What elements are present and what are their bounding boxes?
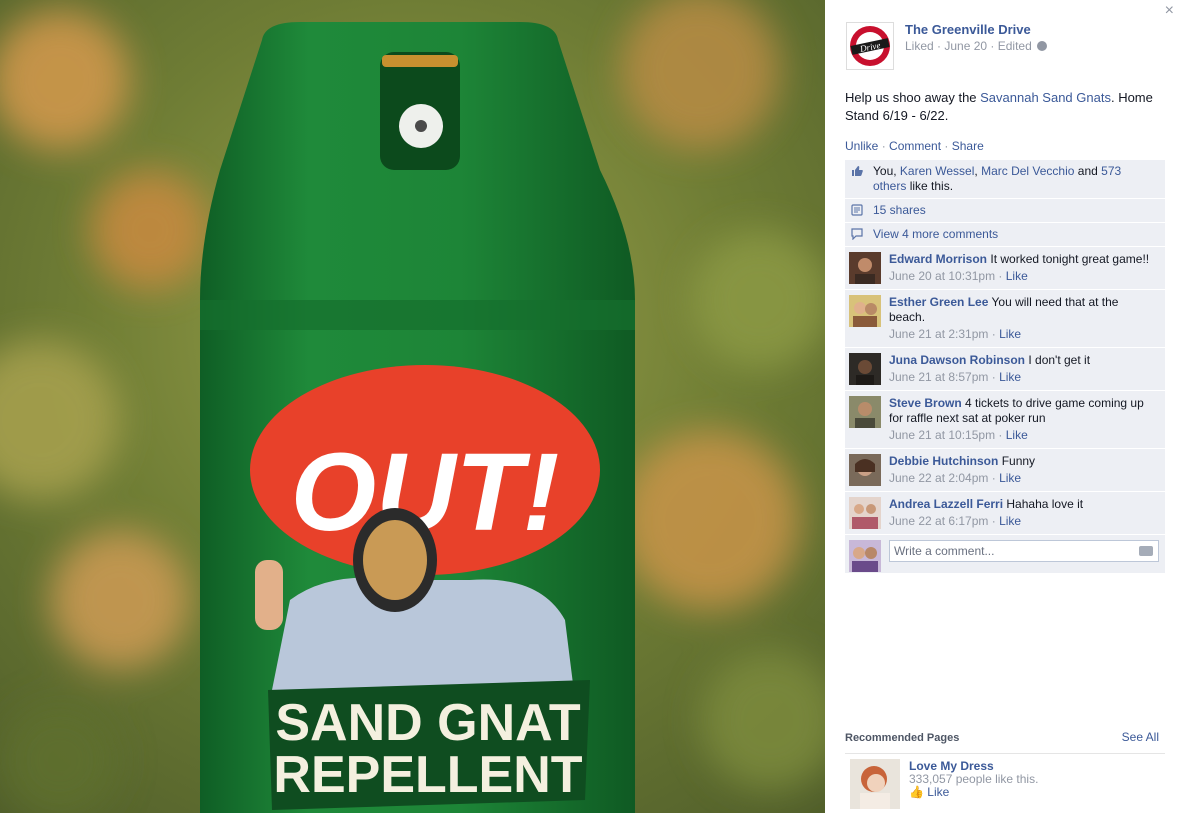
feedback-box: You, Karen Wessel, Marc Del Vecchio and …: [845, 160, 1165, 573]
comment-author[interactable]: Esther Green Lee: [889, 295, 988, 309]
thumbs-up-icon: 👍: [909, 785, 924, 799]
comment-item: Edward Morrison It worked tonight great …: [845, 247, 1165, 290]
recommended-page-name[interactable]: Love My Dress: [909, 759, 994, 773]
photo-viewer[interactable]: OUT! SAND GNAT REPELLENT: [0, 0, 825, 813]
comment-author[interactable]: Edward Morrison: [889, 252, 987, 266]
comment-like-link[interactable]: Like: [999, 471, 1021, 485]
unlike-link[interactable]: Unlike: [845, 139, 878, 153]
comment-author[interactable]: Debbie Hutchinson: [889, 454, 998, 468]
recommended-header: Recommended Pages See All: [845, 730, 1165, 754]
comment-time[interactable]: June 21 at 2:31pm: [889, 327, 988, 341]
avatar: [849, 540, 881, 572]
camera-icon[interactable]: [1139, 546, 1153, 556]
shares-row: 15 shares: [845, 199, 1165, 223]
comment-author[interactable]: Juna Dawson Robinson: [889, 353, 1025, 367]
post-meta: Liked · June 20 · Edited: [905, 39, 1048, 53]
close-icon[interactable]: ×: [1165, 2, 1174, 20]
post-side-panel: × Drive The Greenville Drive Liked · Jun…: [825, 0, 1184, 813]
comment-time[interactable]: June 22 at 6:17pm: [889, 514, 988, 528]
comment-author[interactable]: Steve Brown: [889, 396, 962, 410]
comment-item: Juna Dawson Robinson I don't get it June…: [845, 348, 1165, 391]
comment-item: Esther Green Lee You will need that at t…: [845, 290, 1165, 348]
globe-icon: [1037, 41, 1048, 51]
comment-text: I don't get it: [1028, 353, 1091, 367]
write-comment-row: [845, 535, 1165, 573]
avatar[interactable]: [849, 396, 881, 428]
comment-link[interactable]: Comment: [889, 139, 941, 153]
view-more-comments-link[interactable]: View 4 more comments: [873, 227, 998, 241]
recommended-like-button[interactable]: 👍 Like: [909, 785, 949, 799]
comment-time[interactable]: June 21 at 10:15pm: [889, 428, 995, 442]
avatar[interactable]: [849, 497, 881, 529]
avatar[interactable]: [849, 454, 881, 486]
share-link[interactable]: Share: [952, 139, 984, 153]
likes-tail: like this.: [906, 179, 954, 193]
avatar[interactable]: [849, 252, 881, 284]
post-mention-link[interactable]: Savannah Sand Gnats: [980, 90, 1111, 105]
comment-like-link[interactable]: Like: [999, 327, 1021, 341]
liker-link-1[interactable]: Karen Wessel: [900, 164, 974, 178]
thumbs-up-icon: [852, 166, 863, 176]
comment-icon: [851, 228, 863, 240]
recommended-page-thumb[interactable]: [850, 759, 900, 809]
see-all-link[interactable]: See All: [1122, 730, 1159, 744]
view-more-row: View 4 more comments: [845, 223, 1165, 247]
recommended-page-likes: 333,057 people like this.: [909, 772, 1039, 786]
recommended-like-label: Like: [927, 785, 950, 799]
comment-text: It worked tonight great game!!: [990, 252, 1150, 266]
comment-time[interactable]: June 22 at 2:04pm: [889, 471, 988, 485]
post-actions: Unlike · Comment · Share: [845, 139, 984, 153]
comment-like-link[interactable]: Like: [999, 370, 1021, 384]
page-name-link[interactable]: The Greenville Drive: [905, 22, 1031, 37]
comment-input[interactable]: [889, 540, 1159, 562]
avatar[interactable]: [849, 295, 881, 327]
liker-link-2[interactable]: Marc Del Vecchio: [981, 164, 1074, 178]
comment-item: Steve Brown 4 tickets to drive game comi…: [845, 391, 1165, 449]
comment-author[interactable]: Andrea Lazzell Ferri: [889, 497, 1003, 511]
comment-text: Hahaha love it: [1006, 497, 1084, 511]
photo-image: OUT! SAND GNAT REPELLENT: [0, 0, 825, 813]
comment-item: Debbie Hutchinson Funny June 22 at 2:04p…: [845, 449, 1165, 492]
likes-you: You,: [873, 164, 900, 178]
share-icon: [851, 204, 863, 216]
comment-like-link[interactable]: Like: [1006, 269, 1028, 283]
recommended-title: Recommended Pages: [845, 732, 960, 744]
comment-like-link[interactable]: Like: [999, 514, 1021, 528]
comment-text: Funny: [1001, 454, 1036, 468]
comment-time[interactable]: June 21 at 8:57pm: [889, 370, 988, 384]
avatar[interactable]: [849, 353, 881, 385]
comment-item: Andrea Lazzell Ferri Hahaha love it June…: [845, 492, 1165, 535]
comment-time[interactable]: June 20 at 10:31pm: [889, 269, 995, 283]
can-line2-text: REPELLENT: [273, 746, 582, 804]
likes-summary: You, Karen Wessel, Marc Del Vecchio and …: [845, 160, 1165, 199]
page-logo[interactable]: Drive: [846, 22, 894, 70]
comment-like-link[interactable]: Like: [1006, 428, 1028, 442]
can-line1-text: SAND GNAT: [275, 694, 580, 752]
post-meta-text: Liked · June 20 · Edited: [905, 39, 1032, 53]
post-text-before: Help us shoo away the: [845, 90, 981, 105]
shares-link[interactable]: 15 shares: [873, 203, 926, 217]
likes-and: and: [1074, 164, 1102, 178]
post-text: Help us shoo away the Savannah Sand Gnat…: [845, 89, 1165, 125]
